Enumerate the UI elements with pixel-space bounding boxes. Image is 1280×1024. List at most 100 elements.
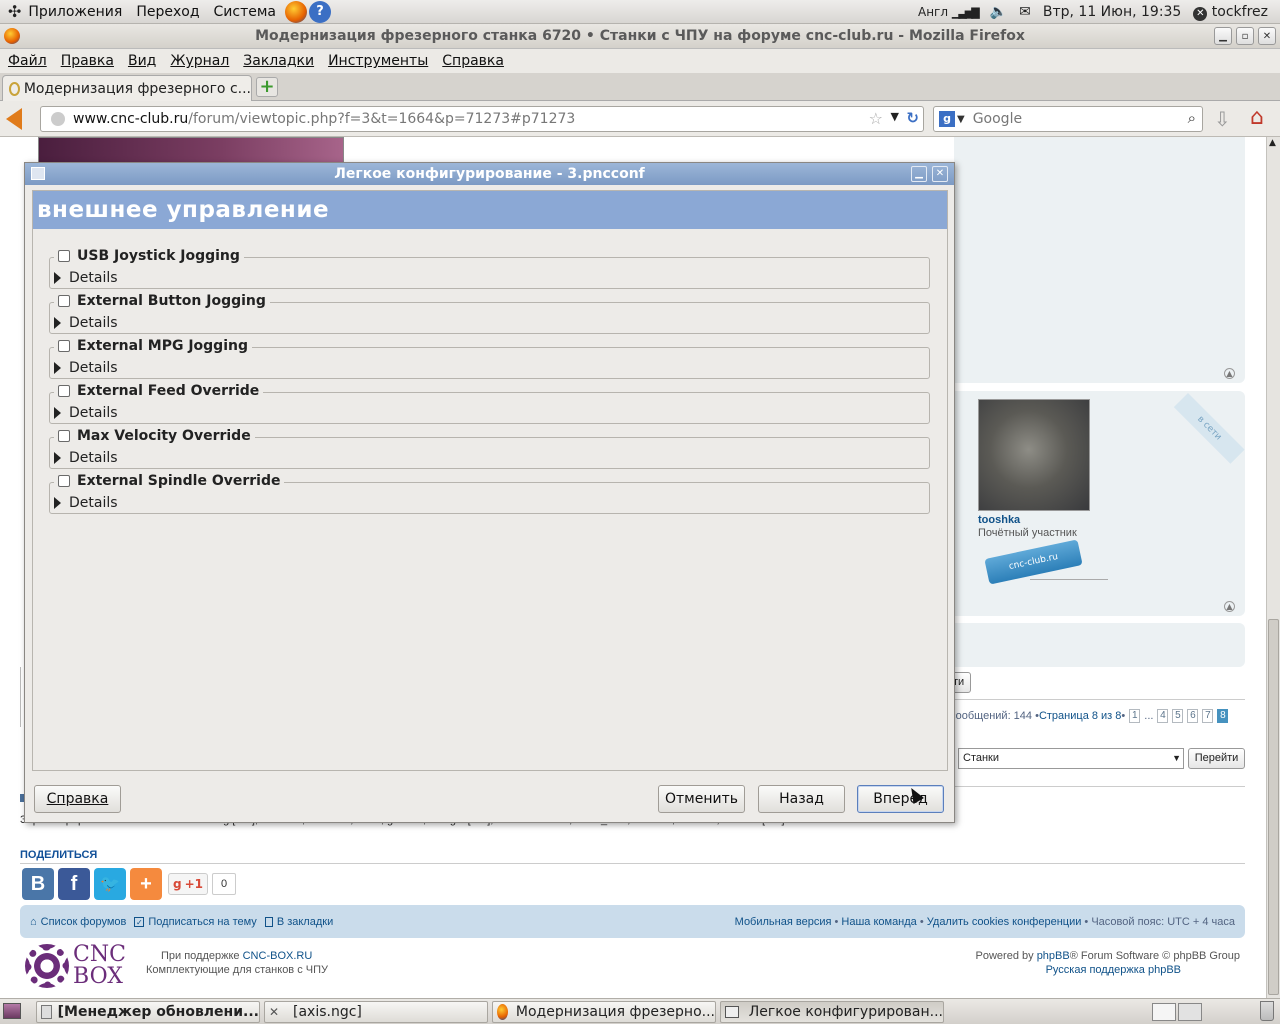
- minimize-button[interactable]: ▁: [1214, 27, 1232, 45]
- volume-icon[interactable]: 🔈: [990, 4, 1007, 20]
- back-to-top-icon-2[interactable]: ▲: [1224, 601, 1235, 612]
- gplus-count: 0: [212, 873, 236, 895]
- cancel-button[interactable]: Отменить: [658, 785, 745, 813]
- mail-icon[interactable]: ✉: [1019, 4, 1031, 20]
- bookmark-topic-link[interactable]: В закладки: [277, 916, 333, 928]
- share-divider: [20, 863, 1245, 864]
- checkbox-button-jogging[interactable]: [58, 295, 70, 307]
- more-share-button[interactable]: +: [130, 868, 162, 900]
- ru-phpbb-link[interactable]: Русская поддержка phpBB: [1046, 964, 1181, 976]
- home-icon[interactable]: ⌂: [1250, 105, 1264, 130]
- dialog-minimize-button[interactable]: ▁: [911, 166, 927, 182]
- back-arrow-icon[interactable]: [6, 108, 22, 130]
- search-icon[interactable]: ⌕: [1188, 109, 1196, 127]
- url-bar[interactable]: www.cnc-club.ru/forum/viewtopic.php?f=3&…: [40, 106, 924, 132]
- menu-edit[interactable]: Правка: [54, 53, 121, 69]
- expander-spindle-override[interactable]: Details: [54, 495, 118, 511]
- site-identity-icon[interactable]: [51, 112, 65, 126]
- member-name-link[interactable]: tooshka: [978, 514, 1020, 526]
- page-link-1[interactable]: 1: [1129, 709, 1141, 723]
- cncbox-logo[interactable]: CNC BOX: [25, 942, 137, 990]
- downloads-icon[interactable]: ⇩: [1214, 107, 1231, 131]
- page-link-7[interactable]: 7: [1202, 709, 1214, 723]
- close-window-button[interactable]: ✕: [1258, 27, 1276, 45]
- applications-menu[interactable]: Приложения: [21, 4, 129, 20]
- workspace-switcher[interactable]: [1152, 1003, 1176, 1021]
- expander-mpg-jogging[interactable]: Details: [54, 360, 118, 376]
- expander-max-velocity[interactable]: Details: [54, 450, 118, 466]
- mobile-version-link[interactable]: Мобильная версия: [735, 916, 832, 928]
- forum-index-link[interactable]: Список форумов: [41, 916, 127, 928]
- reload-icon[interactable]: ↻: [906, 109, 919, 127]
- show-desktop-icon[interactable]: [3, 1003, 21, 1019]
- task-axis[interactable]: ✕ [axis.ngc]: [264, 1001, 488, 1023]
- task-pncconf[interactable]: Легкое конфигурирован...: [720, 1001, 944, 1023]
- twitter-share-button[interactable]: 🐦: [94, 868, 126, 900]
- expander-usb-joystick[interactable]: Details: [54, 270, 118, 286]
- clock[interactable]: Втр, 11 Июн, 19:35: [1043, 4, 1181, 20]
- page-link-6[interactable]: 6: [1187, 709, 1199, 723]
- browser-tab[interactable]: Модернизация фрезерного с...: [2, 75, 252, 101]
- trash-icon[interactable]: [1260, 1001, 1274, 1021]
- forward-button[interactable]: Вперёд: [857, 785, 944, 813]
- member-avatar[interactable]: [978, 399, 1090, 511]
- expander-feed-override[interactable]: Details: [54, 405, 118, 421]
- menu-file[interactable]: Файл: [1, 53, 54, 69]
- system-menu[interactable]: Система: [207, 4, 283, 20]
- scrollbar-thumb[interactable]: [1268, 619, 1279, 995]
- checkbox-feed-override[interactable]: [58, 385, 70, 397]
- checkbox-max-velocity[interactable]: [58, 430, 70, 442]
- maximize-button[interactable]: ▫: [1236, 27, 1254, 45]
- dialog-titlebar[interactable]: Легкое конфигурирование - 3.pncconf ▁ ✕: [25, 163, 954, 185]
- google-engine-icon[interactable]: g: [939, 111, 955, 127]
- expander-arrow-icon: [54, 407, 61, 419]
- menu-tools[interactable]: Инструменты: [321, 53, 435, 69]
- dialog-window-icon[interactable]: [31, 167, 45, 180]
- menu-history[interactable]: Журнал: [163, 53, 236, 69]
- page-scrollbar[interactable]: ▲: [1266, 137, 1280, 998]
- facebook-share-button[interactable]: f: [58, 868, 90, 900]
- checkbox-spindle-override[interactable]: [58, 475, 70, 487]
- page-link-4[interactable]: 4: [1157, 709, 1169, 723]
- user-menu[interactable]: ✕ tockfrez: [1193, 4, 1268, 21]
- bookmark-star-icon[interactable]: ☆: [869, 109, 883, 128]
- help-launcher-icon[interactable]: ?: [309, 0, 331, 23]
- page-link-5[interactable]: 5: [1172, 709, 1184, 723]
- ubuntu-menu-icon[interactable]: ✣: [8, 2, 21, 21]
- checkbox-mpg-jogging[interactable]: [58, 340, 70, 352]
- url-text: www.cnc-club.ru/forum/viewtopic.php?f=3&…: [73, 111, 576, 127]
- task-firefox[interactable]: Модернизация фрезерно...: [492, 1001, 716, 1023]
- pagination-divider: [955, 699, 1245, 700]
- jump-go-button[interactable]: Перейти: [1188, 748, 1245, 769]
- task-update-manager[interactable]: [Менеджер обновлени...: [36, 1001, 260, 1023]
- subscribe-link[interactable]: Подписаться на тему: [148, 916, 256, 928]
- team-link[interactable]: Наша команда: [841, 916, 916, 928]
- menu-view[interactable]: Вид: [121, 53, 163, 69]
- vk-share-button[interactable]: В: [22, 868, 54, 900]
- engine-dropdown-icon[interactable]: ▼: [957, 114, 965, 125]
- phpbb-link[interactable]: phpBB: [1037, 950, 1070, 962]
- menu-bookmarks[interactable]: Закладки: [236, 53, 321, 69]
- delete-cookies-link[interactable]: Удалить cookies конференции: [927, 916, 1082, 928]
- help-button[interactable]: Справка: [34, 785, 121, 813]
- back-button[interactable]: Назад: [758, 785, 845, 813]
- scroll-up-arrow[interactable]: ▲: [1269, 138, 1276, 148]
- menu-help[interactable]: Справка: [435, 53, 511, 69]
- dialog-close-button[interactable]: ✕: [932, 166, 948, 182]
- expander-button-jogging[interactable]: Details: [54, 315, 118, 331]
- gplus-button[interactable]: g +1: [168, 873, 208, 895]
- new-tab-button[interactable]: +: [256, 77, 278, 97]
- workspace-2[interactable]: [1178, 1003, 1202, 1021]
- option-frame-spindle-override: External Spindle Override Details: [49, 473, 930, 514]
- places-menu[interactable]: Переход: [129, 4, 206, 20]
- back-to-top-icon[interactable]: ▲: [1224, 368, 1235, 379]
- cncbox-link[interactable]: CNC-BOX.RU: [243, 950, 313, 962]
- keyboard-layout-indicator[interactable]: Англ ▁▃▅▇: [918, 5, 980, 19]
- url-dropdown-icon[interactable]: ▼: [891, 110, 899, 123]
- checkbox-usb-joystick[interactable]: [58, 250, 70, 262]
- search-box[interactable]: g ▼ Google ⌕: [933, 106, 1203, 132]
- page-current-8[interactable]: 8: [1217, 709, 1229, 723]
- jump-select[interactable]: Станки ▼: [958, 748, 1184, 769]
- page-info-link[interactable]: Страница 8 из 8: [1039, 710, 1121, 722]
- firefox-launcher-icon[interactable]: [285, 0, 307, 23]
